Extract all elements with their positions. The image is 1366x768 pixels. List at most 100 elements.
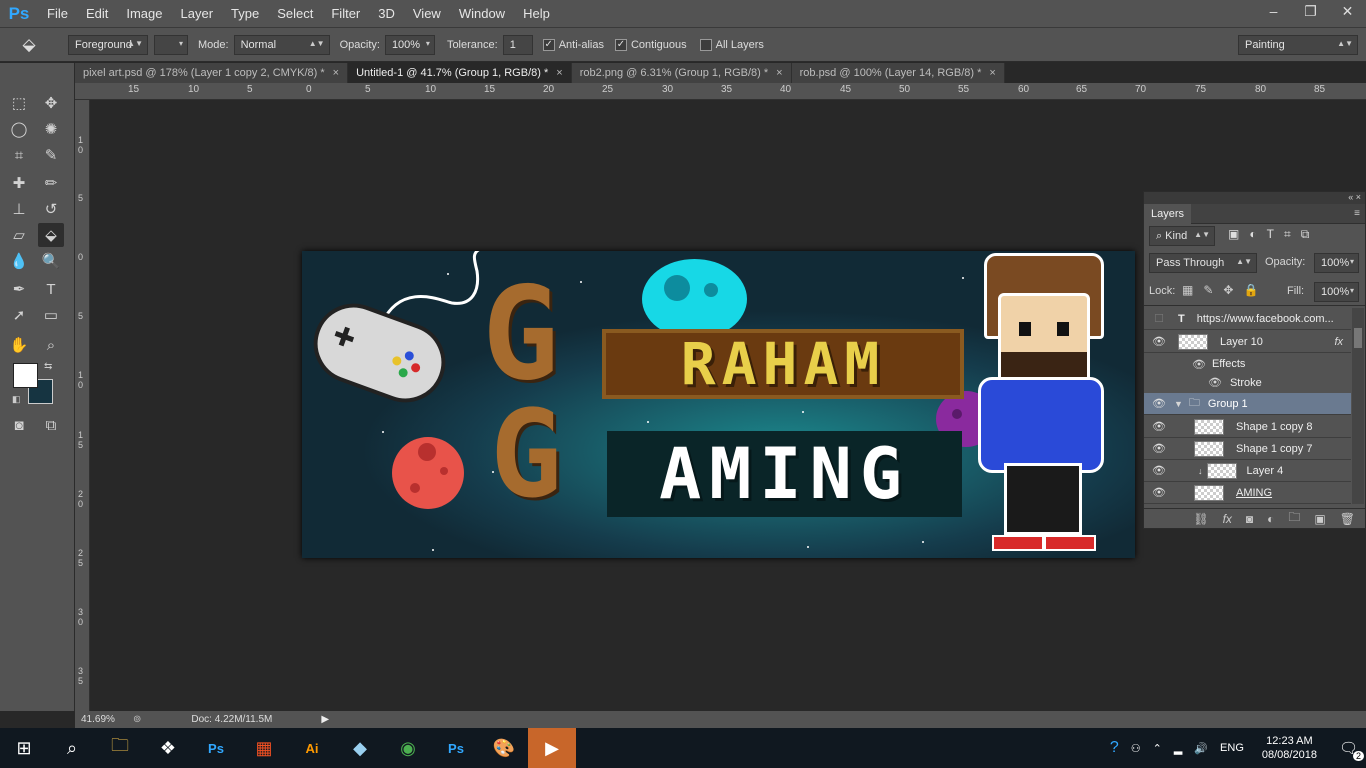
workspace-select[interactable]: Painting ▲▼ [1238, 35, 1358, 55]
adjustment-filter-icon[interactable]: ◐ [1249, 227, 1256, 242]
link-layers-icon[interactable]: ⛓ [1193, 512, 1208, 526]
tab-rob[interactable]: rob.psd @ 100% (Layer 14, RGB/8) * × [791, 63, 1005, 83]
menu-file[interactable]: File [38, 0, 77, 27]
dodge-tool-icon[interactable]: 🔍 [38, 249, 64, 273]
layer-opacity-input[interactable]: 100% ▾ [1314, 253, 1359, 273]
history-brush-tool-icon[interactable]: ↺ [38, 197, 64, 221]
paint-icon[interactable]: 🎨 [480, 728, 528, 768]
status-menu-arrow-icon[interactable]: ▶ [321, 714, 329, 725]
expand-arrow-icon[interactable]: ▼ [1174, 399, 1183, 409]
visibility-off-icon[interactable]: ☐ [1152, 312, 1166, 325]
rectangle-tool-icon[interactable]: ▭ [38, 303, 64, 327]
store-icon[interactable]: ▦ [240, 728, 288, 768]
path-selection-tool-icon[interactable]: ➚ [6, 303, 32, 327]
menu-3d[interactable]: 3D [369, 0, 404, 27]
eraser-tool-icon[interactable]: ▱ [6, 223, 32, 247]
zoom-tool-icon[interactable]: ⌕ [38, 333, 64, 357]
menu-type[interactable]: Type [222, 0, 268, 27]
close-icon[interactable]: × [989, 67, 995, 79]
paint-bucket-tool-icon[interactable]: ⬙ [38, 223, 64, 247]
marquee-tool-icon[interactable]: ⬚ [6, 91, 32, 115]
clock[interactable]: 12:23 AM 08/08/2018 [1262, 734, 1317, 762]
eye-icon[interactable]: 👁 [1208, 376, 1222, 389]
quick-mask-icon[interactable]: ◙ [6, 413, 32, 437]
kind-filter-select[interactable]: ⌕ Kind ▲▼ [1149, 226, 1215, 246]
menu-view[interactable]: View [404, 0, 450, 27]
photoshop-icon[interactable]: Ps [192, 728, 240, 768]
move-tool-icon[interactable]: ✥ [38, 91, 64, 115]
tab-untitled-1[interactable]: Untitled-1 @ 41.7% (Group 1, RGB/8) * × [348, 63, 572, 83]
document-canvas[interactable]: ✚ G G RAHAM AMING [302, 251, 1135, 558]
layer-row-group-1[interactable]: 👁 ▼ 🗀 Group 1 [1144, 393, 1351, 415]
tab-layers[interactable]: Layers [1144, 204, 1192, 224]
chevron-up-icon[interactable]: ⌃ [1153, 742, 1162, 755]
antialias-checkbox[interactable]: ✓ [542, 38, 555, 51]
menu-edit[interactable]: Edit [77, 0, 117, 27]
mode-select[interactable]: Normal ▲▼ [233, 34, 330, 55]
menu-window[interactable]: Window [450, 0, 514, 27]
add-mask-icon[interactable]: ◙ [1246, 512, 1253, 526]
lock-position-icon[interactable]: ✥ [1223, 283, 1233, 297]
new-group-icon[interactable]: 🗀 [1288, 508, 1300, 529]
lock-brush-icon[interactable]: ✎ [1203, 283, 1213, 297]
eye-icon[interactable]: 👁 [1152, 464, 1166, 477]
lasso-tool-icon[interactable]: ◯ [6, 117, 32, 141]
volume-icon[interactable]: 🔊 [1194, 742, 1208, 755]
lock-pixels-icon[interactable]: ▦ [1182, 283, 1193, 297]
people-icon[interactable]: ⚇ [1131, 742, 1141, 755]
layers-scrollbar[interactable] [1352, 308, 1364, 504]
magic-wand-tool-icon[interactable]: ✺ [38, 117, 64, 141]
tolerance-input[interactable]: 1 [502, 34, 533, 55]
blur-tool-icon[interactable]: 💧 [6, 249, 32, 273]
minimize-button[interactable]: – [1255, 0, 1292, 22]
language-indicator[interactable]: ENG [1220, 742, 1244, 754]
menu-select[interactable]: Select [268, 0, 322, 27]
eye-icon[interactable]: 👁 [1192, 358, 1206, 371]
brush-tool-icon[interactable]: ✏ [38, 171, 64, 195]
dropbox-icon[interactable]: ❖ [144, 728, 192, 768]
clone-stamp-tool-icon[interactable]: ⊥ [6, 197, 32, 221]
layer-row-layer-4[interactable]: 👁 ↓ Layer 4 [1144, 460, 1351, 482]
adjustment-layer-icon[interactable]: ◐ [1267, 512, 1274, 526]
swap-colors-icon[interactable]: ⇆ [44, 361, 52, 372]
new-layer-icon[interactable]: ▣ [1314, 512, 1325, 526]
eye-icon[interactable]: 👁 [1152, 397, 1166, 410]
windows-start-icon[interactable]: ⊞ [0, 728, 48, 768]
menu-image[interactable]: Image [117, 0, 171, 27]
stroke-effect-row[interactable]: 👁 Stroke [1144, 372, 1351, 394]
fill-input[interactable]: 100% ▾ [1314, 282, 1359, 302]
zoom-level[interactable]: 41.69% [81, 714, 129, 725]
close-icon[interactable]: × [556, 67, 562, 79]
pixel-filter-icon[interactable]: ▣ [1228, 227, 1239, 242]
notifications-icon[interactable]: 🗨 2 [1339, 739, 1364, 761]
contiguous-checkbox[interactable]: ✓ [614, 38, 627, 51]
menu-filter[interactable]: Filter [322, 0, 369, 27]
pattern-picker[interactable]: ▾ [154, 34, 188, 55]
all-layers-checkbox[interactable] [699, 38, 712, 51]
video-editor-icon[interactable]: ▶ [528, 728, 576, 768]
network-icon[interactable]: ▂ [1174, 742, 1182, 755]
crop-tool-icon[interactable]: ⌗ [6, 143, 32, 167]
opacity-input[interactable]: 100% ▾ [384, 34, 435, 55]
close-icon[interactable]: × [333, 67, 339, 79]
lock-all-icon[interactable]: 🔒 [1243, 283, 1258, 297]
smart-object-filter-icon[interactable]: ⧉ [1301, 227, 1310, 242]
eye-icon[interactable]: 👁 [1152, 335, 1166, 348]
layer-row-facebook-text[interactable]: ☐ T https://www.facebook.com... [1144, 308, 1351, 330]
illustrator-icon[interactable]: Ai [288, 728, 336, 768]
type-filter-icon[interactable]: T [1267, 227, 1274, 242]
menu-layer[interactable]: Layer [172, 0, 223, 27]
status-info-icon[interactable]: ⊚ [133, 714, 141, 725]
tab-rob2[interactable]: rob2.png @ 6.31% (Group 1, RGB/8) * × [571, 63, 792, 83]
fill-source-select[interactable]: Foreground ▲▼ [68, 34, 148, 55]
chrome-icon[interactable]: ◉ [384, 728, 432, 768]
add-style-icon[interactable]: fx [1223, 512, 1232, 526]
trash-icon[interactable]: 🗑 [1340, 512, 1355, 526]
fx-icon[interactable]: fx [1334, 336, 1343, 348]
file-explorer-icon[interactable]: 🗀 [96, 728, 144, 768]
foreground-color-swatch[interactable] [13, 363, 38, 388]
tab-pixel-art[interactable]: pixel art.psd @ 178% (Layer 1 copy 2, CM… [75, 63, 349, 83]
screen-mode-icon[interactable]: ⧉ [38, 413, 64, 437]
shape-filter-icon[interactable]: ⌗ [1284, 227, 1291, 242]
blend-mode-select[interactable]: Pass Through ▲▼ [1149, 253, 1257, 273]
